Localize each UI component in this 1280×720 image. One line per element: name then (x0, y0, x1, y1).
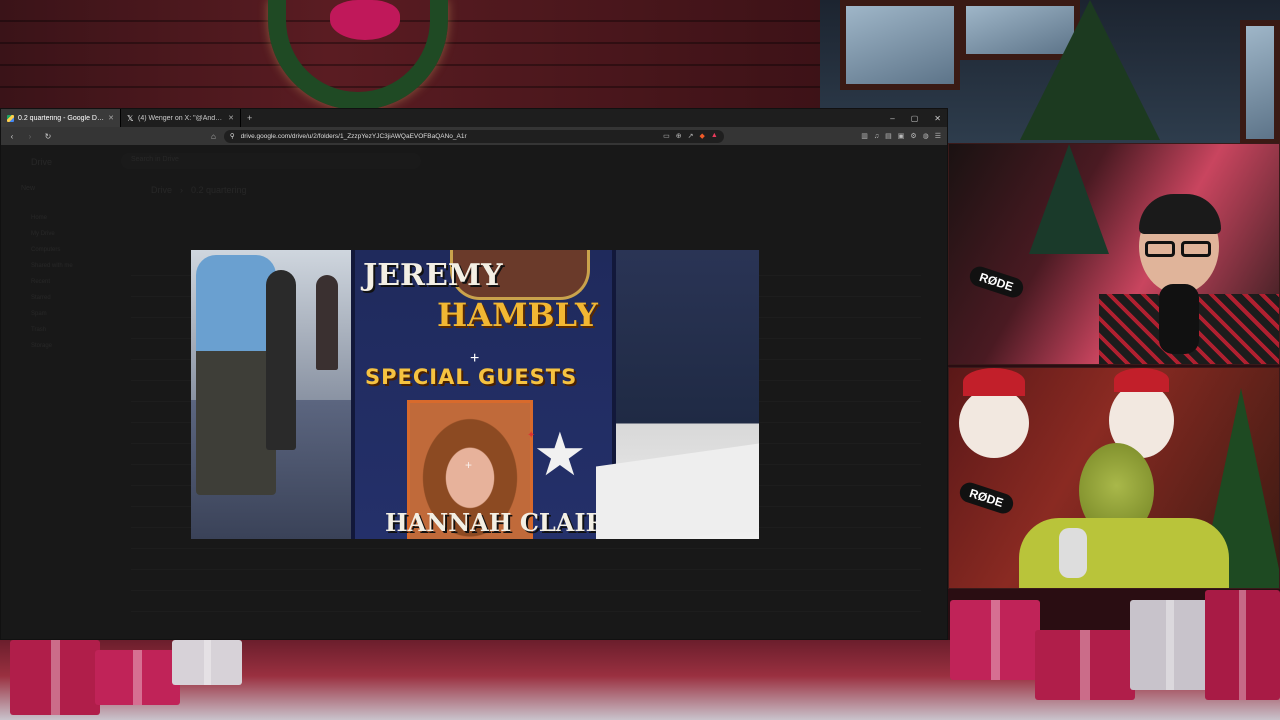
rode-mic-label: RØDE (957, 480, 1016, 516)
streamer-beanie (1139, 194, 1221, 234)
grinch-fur-suit (1019, 518, 1229, 588)
santa-hat (1114, 368, 1169, 392)
photo-person (316, 275, 338, 370)
vpn-icon[interactable]: ◍ (923, 132, 929, 140)
address-bar[interactable]: ⚲ drive.google.com/drive/u/2/folders/1_Z… (223, 129, 724, 143)
tab-title: 0.2 quartering - Google Drive (18, 114, 105, 122)
gift-box (950, 600, 1040, 680)
forward-button[interactable]: › (25, 132, 35, 141)
reload-button[interactable]: ↻ (43, 132, 53, 141)
minimize-button[interactable]: – (890, 114, 894, 123)
photo-banner: JEREMY HAMBLY + SPECIAL GUESTS ★ ✦ HANNA… (351, 250, 624, 539)
gift-box (1130, 600, 1210, 690)
rewards-icon[interactable]: ▲ (711, 132, 718, 140)
x-logo-icon: 𝕏 (127, 113, 134, 123)
site-info-icon[interactable]: ⚲ (230, 132, 235, 140)
webcam-top: RØDE (948, 143, 1280, 365)
gift-box (10, 640, 100, 715)
zoom-icon[interactable]: ⊕ (676, 132, 682, 140)
star-icon: ✦ (527, 430, 536, 441)
close-icon[interactable]: ✕ (228, 114, 234, 122)
wallet-icon[interactable]: ▣ (898, 132, 905, 140)
banner-name-last: HAMBLY (437, 296, 598, 334)
cast-icon[interactable]: ▭ (663, 132, 670, 140)
back-button[interactable]: ‹ (7, 132, 17, 141)
maximize-button[interactable]: ▢ (911, 114, 919, 123)
glasses (1145, 241, 1175, 257)
navigation-toolbar: ‹ › ↻ ⌂ ⚲ drive.google.com/drive/u/2/fol… (1, 127, 947, 145)
menu-icon[interactable]: ☰ (935, 132, 941, 140)
photo-person (196, 255, 276, 495)
share-icon[interactable]: ↗ (688, 132, 694, 140)
tab-x-post[interactable]: 𝕏 (4) Wenger on X: "@Andywarski htt ✕ (121, 109, 241, 127)
media-icon[interactable]: ♫ (874, 133, 879, 140)
window-controls: – ▢ ✕ (890, 109, 941, 127)
new-tab-button[interactable]: + (241, 113, 258, 123)
microphone (1059, 528, 1087, 578)
wreath-bow (330, 0, 400, 40)
close-window-button[interactable]: ✕ (934, 114, 941, 123)
gift-box (95, 650, 180, 705)
santa-hat (963, 368, 1025, 396)
sidebar-icon[interactable]: ▥ (861, 132, 868, 140)
toolbar-extensions: ▥ ♫ ▤ ▣ ⚙ ◍ ☰ (861, 127, 941, 145)
microphone (1159, 284, 1199, 354)
glasses (1181, 241, 1211, 257)
gift-box (1205, 590, 1280, 700)
tab-bar: 0.2 quartering - Google Drive ✕ 𝕏 (4) We… (1, 109, 947, 127)
google-drive-icon (7, 114, 14, 122)
settings-icon[interactable]: ⚙ (910, 132, 916, 140)
banner-special-guests: SPECIAL GUESTS (365, 365, 578, 389)
gift-box (1035, 630, 1135, 700)
santa-figure (959, 388, 1029, 458)
brave-shield-icon[interactable]: ◆ (700, 132, 705, 140)
banner-name-first: JEREMY (363, 258, 503, 293)
gift-box (172, 640, 242, 685)
url-text: drive.google.com/drive/u/2/folders/1_Zzz… (240, 132, 467, 140)
image-preview[interactable]: JEREMY HAMBLY + SPECIAL GUESTS ★ ✦ HANNA… (191, 250, 759, 539)
close-icon[interactable]: ✕ (108, 114, 114, 122)
webcam-bottom: RØDE (948, 367, 1280, 589)
photo-person (266, 270, 296, 450)
reading-list-icon[interactable]: ▤ (885, 132, 892, 140)
address-bar-actions: ▭ ⊕ ↗ ◆ ▲ (663, 132, 718, 140)
page-content: Drive Search in Drive New Drive › 0.2 qu… (1, 145, 947, 639)
christmas-tree (1020, 0, 1160, 140)
rode-mic-label: RØDE (967, 264, 1026, 300)
browser-window: 0.2 quartering - Google Drive ✕ 𝕏 (4) We… (0, 108, 948, 640)
bookmark-icon[interactable]: ⌂ (211, 132, 216, 141)
christmas-tree (1029, 144, 1109, 254)
star-icon: ★ (533, 421, 587, 488)
tab-google-drive[interactable]: 0.2 quartering - Google Drive ✕ (1, 109, 121, 127)
tab-title: (4) Wenger on X: "@Andywarski htt (138, 114, 224, 122)
cursor-crosshair-icon: + (465, 458, 473, 472)
banner-guest-name: HANNAH CLAIRE (385, 508, 624, 537)
